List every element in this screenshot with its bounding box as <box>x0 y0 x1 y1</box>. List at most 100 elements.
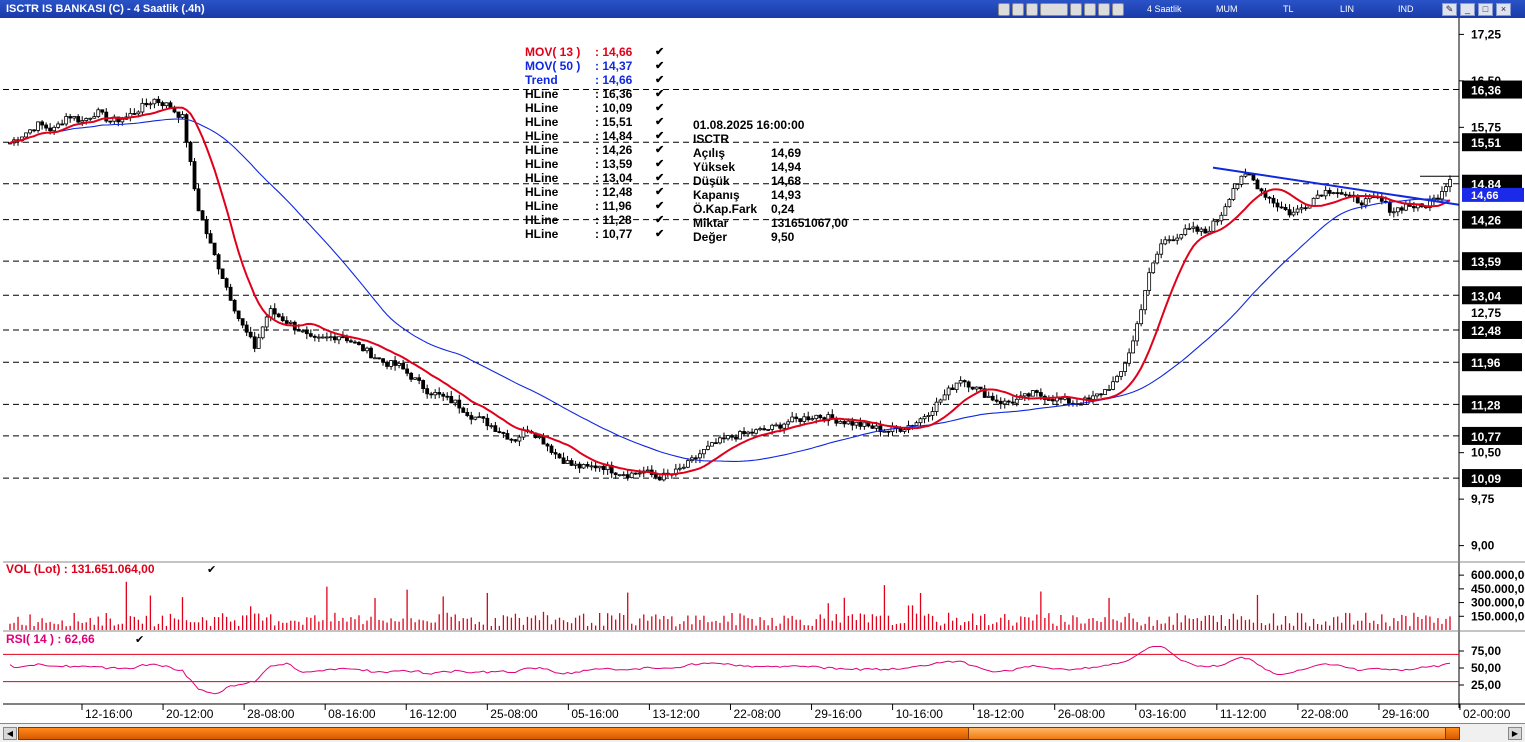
candle-body <box>320 336 325 339</box>
candle-body <box>1022 393 1027 397</box>
candle-body <box>373 357 377 360</box>
check-icon[interactable]: ✔ <box>655 101 664 115</box>
candle-body <box>541 436 546 445</box>
candle-body <box>625 474 630 478</box>
check-icon[interactable]: ✔ <box>655 157 664 171</box>
candle-body <box>1448 179 1452 188</box>
scroll-right-icon[interactable]: ▶ <box>1508 727 1522 740</box>
candle-body <box>180 114 185 118</box>
candle-type-selector[interactable]: MUM <box>1216 4 1238 14</box>
toolbar-refresh-icon[interactable] <box>1026 3 1038 16</box>
candle-body <box>914 422 919 426</box>
candle-body <box>974 386 979 390</box>
candle-body <box>1403 203 1408 211</box>
toolbar-draw-icon[interactable] <box>1084 3 1096 16</box>
candle-body <box>1299 207 1304 210</box>
scale-selector[interactable]: LIN <box>1340 4 1354 14</box>
candle-body <box>653 474 658 478</box>
candle-body <box>549 445 554 453</box>
check-icon[interactable]: ✔ <box>655 185 664 199</box>
candle-body <box>140 102 145 113</box>
candle-body <box>718 437 722 444</box>
candle-body <box>1295 208 1300 213</box>
scroll-left-icon[interactable]: ◀ <box>3 727 17 740</box>
candle-body <box>1199 228 1204 232</box>
candle-body <box>389 360 393 367</box>
volume-check-icon[interactable]: ✔ <box>207 563 216 576</box>
toolbar-print-icon[interactable] <box>998 3 1010 16</box>
toolbar-zoom-icon[interactable] <box>1112 3 1124 16</box>
toolbar-pencil-icon[interactable] <box>1098 3 1110 16</box>
candle-body <box>994 399 999 402</box>
minimize-icon[interactable]: _ <box>1460 3 1475 16</box>
check-icon[interactable]: ✔ <box>655 213 664 227</box>
candle-body <box>296 328 301 332</box>
check-icon[interactable]: ✔ <box>655 115 664 129</box>
check-icon[interactable]: ✔ <box>655 171 664 185</box>
candle-body <box>1127 352 1132 364</box>
horizontal-scrollbar[interactable]: ◀ ▶ <box>0 723 1525 742</box>
info-value: 14,68 <box>771 174 802 188</box>
info-value: 14,93 <box>771 188 802 202</box>
candle-body <box>1271 197 1276 204</box>
tool-icon[interactable]: ✎ <box>1442 3 1457 16</box>
candle-body <box>236 310 241 320</box>
candle-body <box>778 424 783 429</box>
indicator-selector[interactable]: IND <box>1398 4 1414 14</box>
candle-body <box>92 116 97 119</box>
volume-label: VOL (Lot) : 131.651.064,00 <box>6 562 155 576</box>
candle-body <box>1287 209 1292 216</box>
time-tick-label: 08-16:00 <box>328 707 376 721</box>
candle-body <box>1391 211 1396 214</box>
candle-body <box>645 469 650 472</box>
candle-body <box>742 431 746 435</box>
maximize-icon[interactable]: □ <box>1478 3 1493 16</box>
rsi-check-icon[interactable]: ✔ <box>135 633 144 646</box>
candle-body <box>176 111 181 118</box>
candle-body <box>64 116 69 125</box>
candle-body <box>806 416 811 421</box>
candle-body <box>986 395 991 398</box>
candle-body <box>1115 375 1119 383</box>
check-icon[interactable]: ✔ <box>655 87 664 101</box>
scroll-thumb[interactable] <box>968 727 1446 740</box>
time-tick-label: 02-00:00 <box>1463 707 1511 721</box>
check-icon[interactable]: ✔ <box>655 45 664 59</box>
check-icon[interactable]: ✔ <box>655 143 664 157</box>
toolbar-grid-icon[interactable] <box>1070 3 1082 16</box>
close-icon[interactable]: × <box>1496 3 1511 16</box>
check-icon[interactable]: ✔ <box>655 227 664 241</box>
time-tick-label: 29-16:00 <box>1382 707 1430 721</box>
toolbar-badge-icon[interactable] <box>1040 3 1068 16</box>
volume-tick-label: 300.000,00 <box>1471 596 1525 610</box>
currency-selector[interactable]: TL <box>1283 4 1294 14</box>
candle-body <box>1347 194 1352 197</box>
candle-body <box>722 437 726 440</box>
legend-name: HLine <box>525 87 559 101</box>
info-label: Kapanış <box>693 188 740 202</box>
candle-body <box>842 421 847 425</box>
rsi-label: RSI( 14 ) : 62,66 <box>6 632 95 646</box>
candle-body <box>762 428 766 431</box>
check-icon[interactable]: ✔ <box>655 129 664 143</box>
candle-body <box>1111 381 1115 390</box>
hline-price-label: 11,96 <box>1471 356 1501 370</box>
check-icon[interactable]: ✔ <box>655 59 664 73</box>
candle-body <box>349 340 353 343</box>
legend-name: HLine <box>525 101 559 115</box>
legend-name: HLine <box>525 227 559 241</box>
candle-body <box>1279 206 1284 209</box>
candle-body <box>104 111 109 122</box>
toolbar-save-icon[interactable] <box>1012 3 1024 16</box>
candle-body <box>966 381 971 388</box>
candle-body <box>1159 243 1164 255</box>
time-tick-label: 22-08:00 <box>733 707 781 721</box>
check-icon[interactable]: ✔ <box>655 73 664 87</box>
candle-body <box>1411 206 1416 209</box>
toolbar-icons <box>998 3 1124 16</box>
candle-body <box>794 416 799 420</box>
check-icon[interactable]: ✔ <box>655 199 664 213</box>
candle-body <box>1143 290 1148 311</box>
candle-body <box>581 464 586 469</box>
timeframe-selector[interactable]: 4 Saatlik <box>1147 4 1182 14</box>
